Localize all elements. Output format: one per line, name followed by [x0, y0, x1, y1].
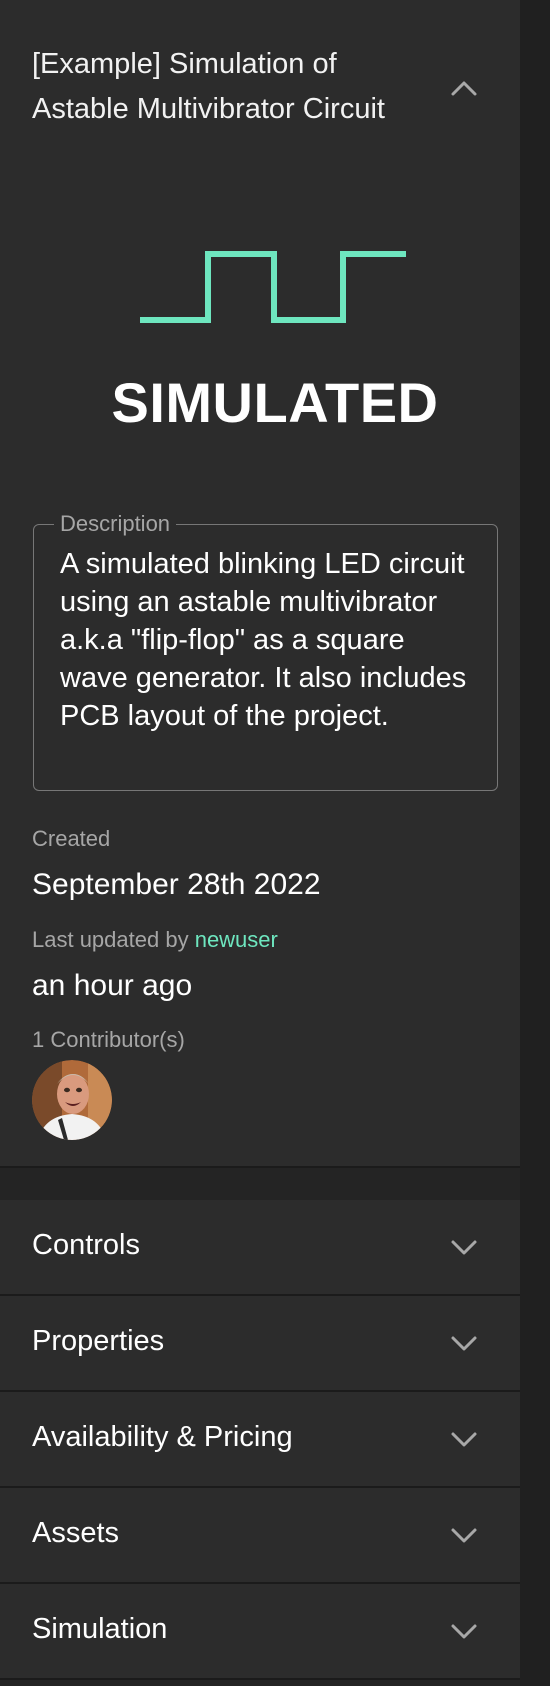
contributors-label: 1 Contributor(s) — [32, 1027, 185, 1052]
avatar[interactable] — [32, 1060, 112, 1140]
section-label: Availability & Pricing — [32, 1421, 293, 1453]
chevron-up-icon — [451, 81, 477, 96]
chevron-down-icon — [446, 1229, 482, 1265]
description-text: A simulated blinking LED circuit using a… — [60, 548, 467, 732]
section-properties[interactable]: Properties — [0, 1296, 520, 1392]
section-assets[interactable]: Assets — [0, 1488, 520, 1584]
description-label: Description — [54, 510, 177, 538]
last-updated-line: Last updated by newuser — [32, 927, 278, 953]
section-label: Properties — [32, 1325, 165, 1357]
chevron-down-icon — [446, 1421, 482, 1457]
collapse-button[interactable] — [446, 70, 482, 106]
contributor-avatar-image — [32, 1060, 112, 1140]
chevron-down-icon — [446, 1613, 482, 1649]
updated-by-user-link[interactable]: newuser — [195, 927, 278, 952]
section-label: Controls — [32, 1229, 140, 1261]
project-title: [Example] Simulation of Astable Multivib… — [32, 48, 385, 125]
created-label: Created — [32, 826, 111, 851]
square-wave-icon — [140, 251, 406, 323]
chevron-down-icon — [446, 1325, 482, 1361]
description-field: Description A simulated blinking LED cir… — [33, 510, 498, 791]
section-availability-pricing[interactable]: Availability & Pricing — [0, 1392, 520, 1488]
section-simulation[interactable]: Simulation — [0, 1584, 520, 1680]
section-label: Assets — [32, 1517, 120, 1549]
status-label: SIMULATED — [111, 371, 439, 434]
last-updated-time: an hour ago — [32, 969, 193, 1002]
created-date: September 28th 2022 — [32, 868, 321, 901]
project-sidebar: [Example] Simulation of Astable Multivib… — [0, 0, 520, 1686]
main-panel-edge — [520, 0, 550, 1686]
section-label: Simulation — [32, 1613, 168, 1645]
section-controls[interactable]: Controls — [0, 1200, 520, 1296]
chevron-down-icon — [446, 1517, 482, 1553]
last-updated-label: Last updated by — [32, 927, 189, 952]
project-overview-card: [Example] Simulation of Astable Multivib… — [0, 0, 520, 1168]
